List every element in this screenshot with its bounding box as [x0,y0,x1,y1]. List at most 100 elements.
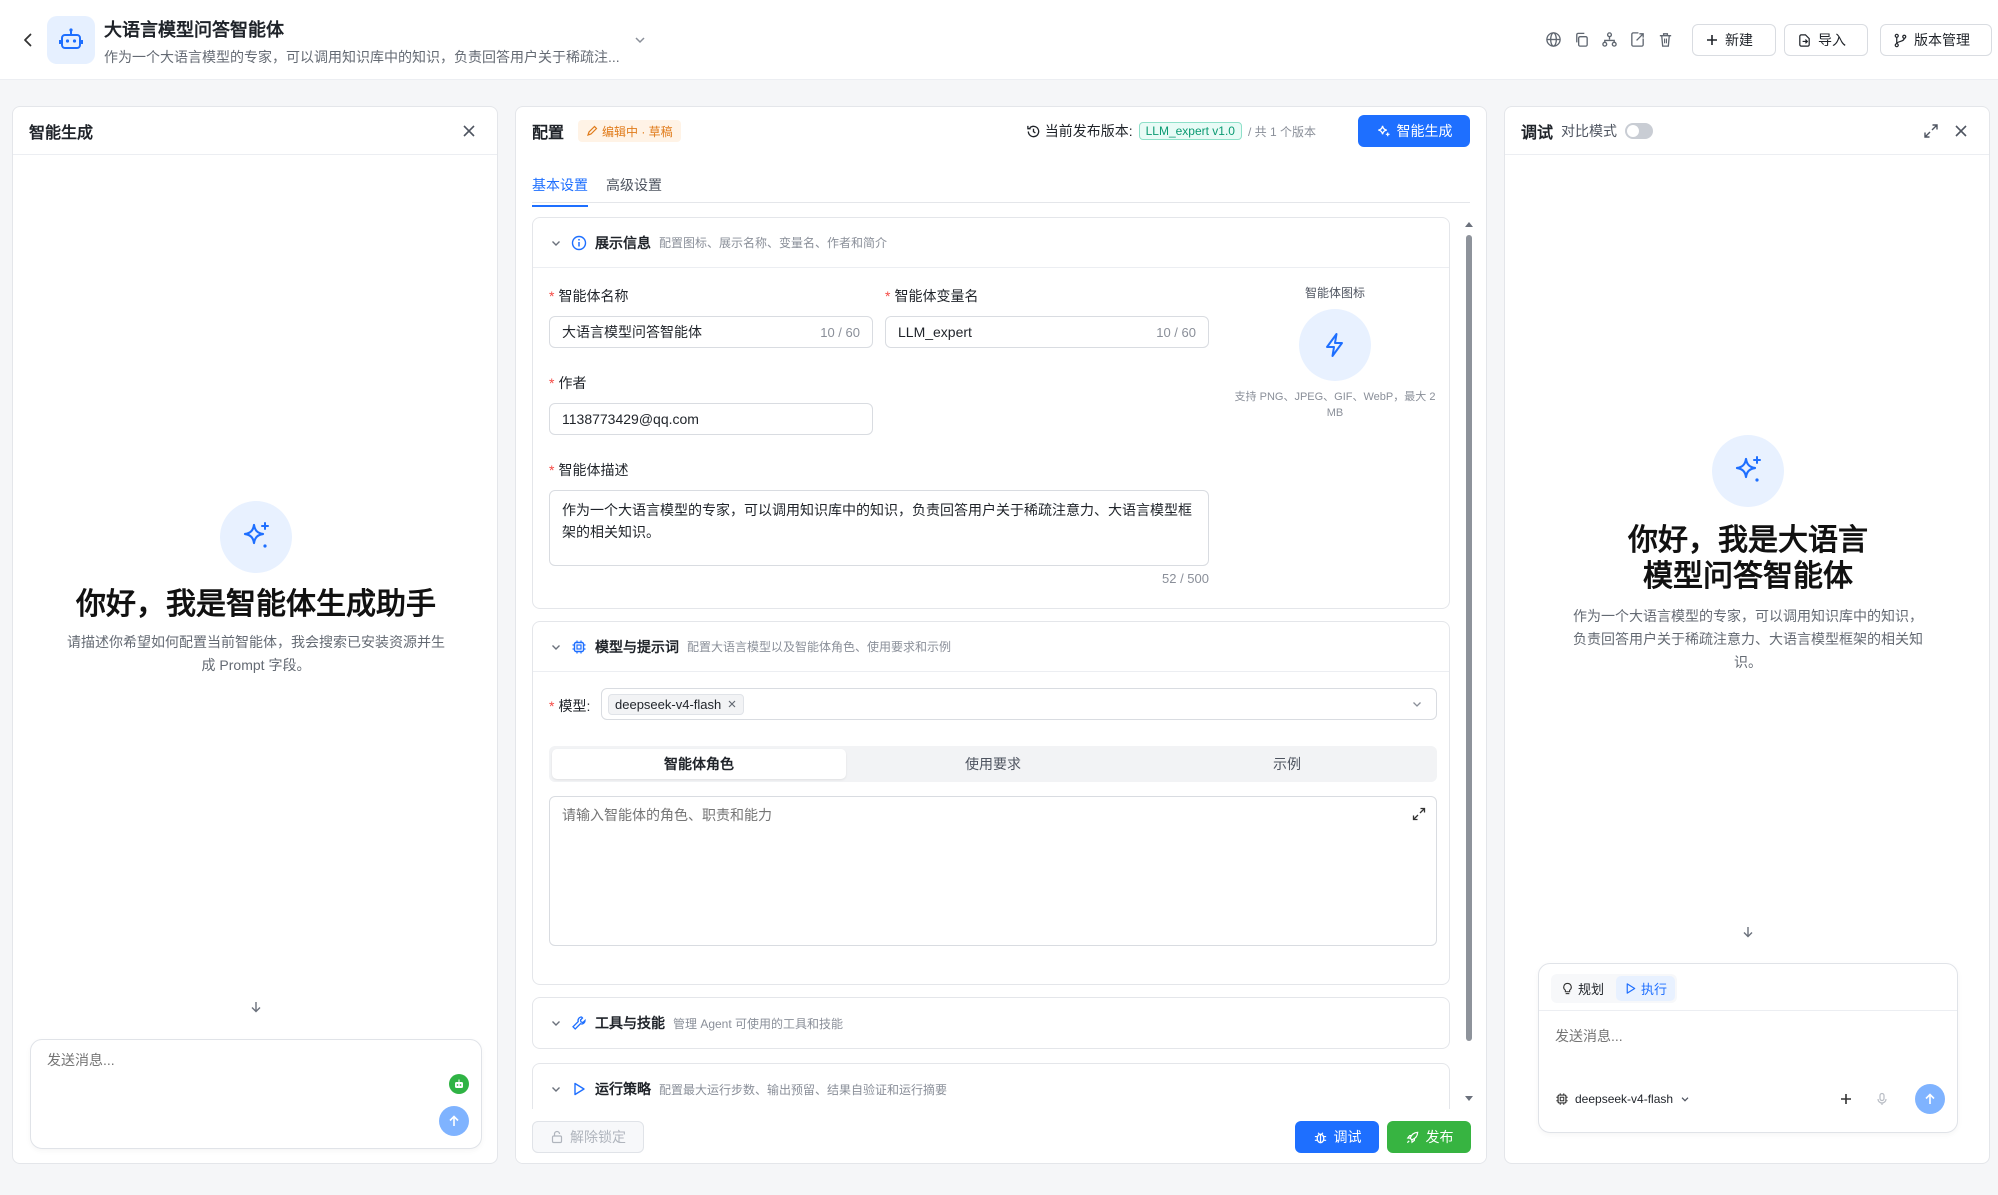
version-management-button[interactable]: 版本管理 [1880,24,1992,56]
tab-basic-settings[interactable]: 基本设置 [532,165,588,207]
import-button[interactable]: 导入 [1784,24,1868,56]
agent-variable-input[interactable]: LLM_expert 10 / 60 [885,316,1209,348]
robot-icon [59,28,83,49]
display-info-section: 展示信息 配置图标、展示名称、变量名、作者和简介 * 智能体名称 大语言模型问答智… [532,217,1450,609]
new-button[interactable]: 新建 [1692,24,1776,56]
chip-icon [1556,1093,1568,1105]
display-info-header[interactable]: 展示信息 配置图标、展示名称、变量名、作者和简介 [533,218,1449,268]
chevron-down-icon [1413,702,1421,707]
mode-plan[interactable]: 规划 [1553,976,1612,1001]
chevron-down-icon[interactable] [549,236,563,250]
chevron-down-icon [1681,1097,1689,1102]
info-icon [571,235,587,251]
agent-title: 大语言模型问答智能体 [104,20,284,40]
config-scrollbar[interactable] [1464,219,1474,1105]
microphone-icon[interactable] [1875,1092,1889,1106]
version-tag[interactable]: LLM_expert v1.0 [1138,122,1242,140]
close-icon[interactable] [461,123,477,139]
model-label: * 模型: [549,698,591,714]
prompt-editor[interactable] [549,796,1437,946]
compare-mode-label: 对比模式 [1561,122,1618,139]
author-label: * 作者 [549,375,587,391]
rocket-icon [1406,1131,1418,1143]
tab-advanced-settings[interactable]: 高级设置 [606,165,662,207]
mode-execute[interactable]: 执行 [1616,976,1676,1001]
segment-agent-role[interactable]: 智能体角色 [552,749,846,779]
hierarchy-icon[interactable] [1600,30,1618,48]
segment-usage-requirements[interactable]: 使用要求 [846,749,1140,779]
debug-header: 调试 对比模式 [1505,107,1989,155]
description-textarea[interactable]: 作为一个大语言模型的专家，可以调用知识库中的知识，负责回答用户关于稀疏注意力、大… [549,490,1209,566]
globe-icon[interactable] [1544,30,1562,48]
debug-welcome-subtitle: 作为一个大语言模型的专家，可以调用知识库中的知识，负责回答用户关于稀疏注意力、大… [1573,608,1923,670]
segment-examples[interactable]: 示例 [1140,749,1434,779]
send-button[interactable] [439,1106,469,1136]
debug-send-button[interactable] [1915,1084,1945,1114]
tools-skills-section[interactable]: 工具与技能 管理 Agent 可使用的工具和技能 [532,997,1450,1049]
sparkle-icon [1712,435,1784,507]
agent-avatar[interactable] [47,16,95,64]
trash-icon[interactable] [1656,30,1674,48]
config-footer: 解除锁定 调试 发布 [516,1109,1486,1163]
remove-icon[interactable] [727,699,737,709]
model-chip: deepseek-v4-flash [608,693,745,715]
expand-icon[interactable] [1923,123,1939,139]
prompt-textarea[interactable] [562,805,1382,925]
debug-welcome-title-line2: 模型问答智能体 [1643,560,1853,593]
robot-badge-icon [449,1074,469,1094]
back-arrow-icon[interactable] [18,30,38,50]
chevron-down-icon[interactable] [549,1016,563,1030]
bug-icon [1314,1131,1326,1143]
config-header: 配置 编辑中 · 草稿 当前发布版本: LLM_expert v1.0 / 共 … [516,107,1486,155]
debug-welcome: 你好，我是大语言 模型问答智能体 作为一个大语言模型的专家，可以调用知识库中的知… [1505,435,1989,674]
tabs-divider [532,202,1470,203]
agent-name-label: * 智能体名称 [549,288,629,304]
generate-welcome: 你好，我是智能体生成助手 请描述你希望如何配置当前智能体，我会搜索已安装资源并生… [13,501,497,677]
agent-description: 作为一个大语言模型的专家，可以调用知识库中的知识，负责回答用户关于稀疏注... [104,49,620,65]
top-header: 大语言模型问答智能体 作为一个大语言模型的专家，可以调用知识库中的知识，负责回答… [0,0,1998,80]
wrench-icon [571,1015,587,1031]
agent-icon-upload[interactable] [1299,309,1371,381]
chat-divider [1539,1010,1957,1011]
config-panel: 配置 编辑中 · 草稿 当前发布版本: LLM_expert v1.0 / 共 … [515,106,1487,1164]
debug-message-input[interactable] [1555,1026,1935,1070]
arrow-down-icon[interactable] [1741,925,1755,939]
expand-icon[interactable] [1412,807,1426,821]
welcome-subtitle: 请描述你希望如何配置当前智能体，我会搜索已安装资源并生成 Prompt 字段。 [67,634,445,673]
generate-chat-box[interactable] [30,1039,482,1149]
chevron-down-icon[interactable] [632,32,648,48]
agent-name-input[interactable]: 大语言模型问答智能体 10 / 60 [549,316,873,348]
publish-button[interactable]: 发布 [1387,1121,1471,1153]
panel-header: 智能生成 [13,107,497,155]
model-prompt-header[interactable]: 模型与提示词 配置大语言模型以及智能体角色、使用要求和示例 [533,622,1449,672]
export-icon[interactable] [1628,30,1646,48]
edit-status-badge: 编辑中 · 草稿 [578,120,681,142]
mode-switch: 规划 执行 [1551,974,1678,1003]
model-select[interactable]: deepseek-v4-flash [601,688,1437,720]
model-prompt-section: 模型与提示词 配置大语言模型以及智能体角色、使用要求和示例 * 模型: deeps… [532,621,1450,985]
copy-icon[interactable] [1572,30,1590,48]
chevron-down-icon[interactable] [549,640,563,654]
chevron-down-icon[interactable] [549,1082,563,1096]
debug-button[interactable]: 调试 [1295,1121,1379,1153]
branch-icon [1894,33,1907,47]
plus-icon[interactable] [1839,1092,1853,1106]
debug-panel: 调试 对比模式 你好，我是大语言 模型问答智能体 作为一个大语言模型的专家，可以… [1504,106,1990,1164]
prompt-segment-control: 智能体角色 使用要求 示例 [549,746,1437,782]
close-icon[interactable] [1953,123,1969,139]
config-tabs: 基本设置 高级设置 [532,165,662,207]
debug-chat-box[interactable]: 规划 执行 deepseek-v4-flash [1538,963,1958,1133]
sparkle-icon [1377,125,1390,136]
unlock-button[interactable]: 解除锁定 [532,1121,644,1153]
author-input[interactable]: 1138773429@qq.com [549,403,873,435]
sparkle-icon [220,501,292,573]
lightning-icon [1326,333,1343,357]
compare-mode-toggle[interactable] [1625,122,1654,139]
debug-model-select[interactable]: deepseek-v4-flash [1555,1092,1691,1106]
smart-generate-button[interactable]: 智能生成 [1358,115,1470,147]
arrow-down-icon[interactable] [249,1000,263,1014]
debug-welcome-title-line1: 你好，我是大语言 [1628,524,1868,557]
generate-message-input[interactable] [47,1050,427,1090]
current-version: 当前发布版本: LLM_expert v1.0 / 共 1 个版本 [1026,121,1316,141]
header-toolbar [1544,30,1674,48]
